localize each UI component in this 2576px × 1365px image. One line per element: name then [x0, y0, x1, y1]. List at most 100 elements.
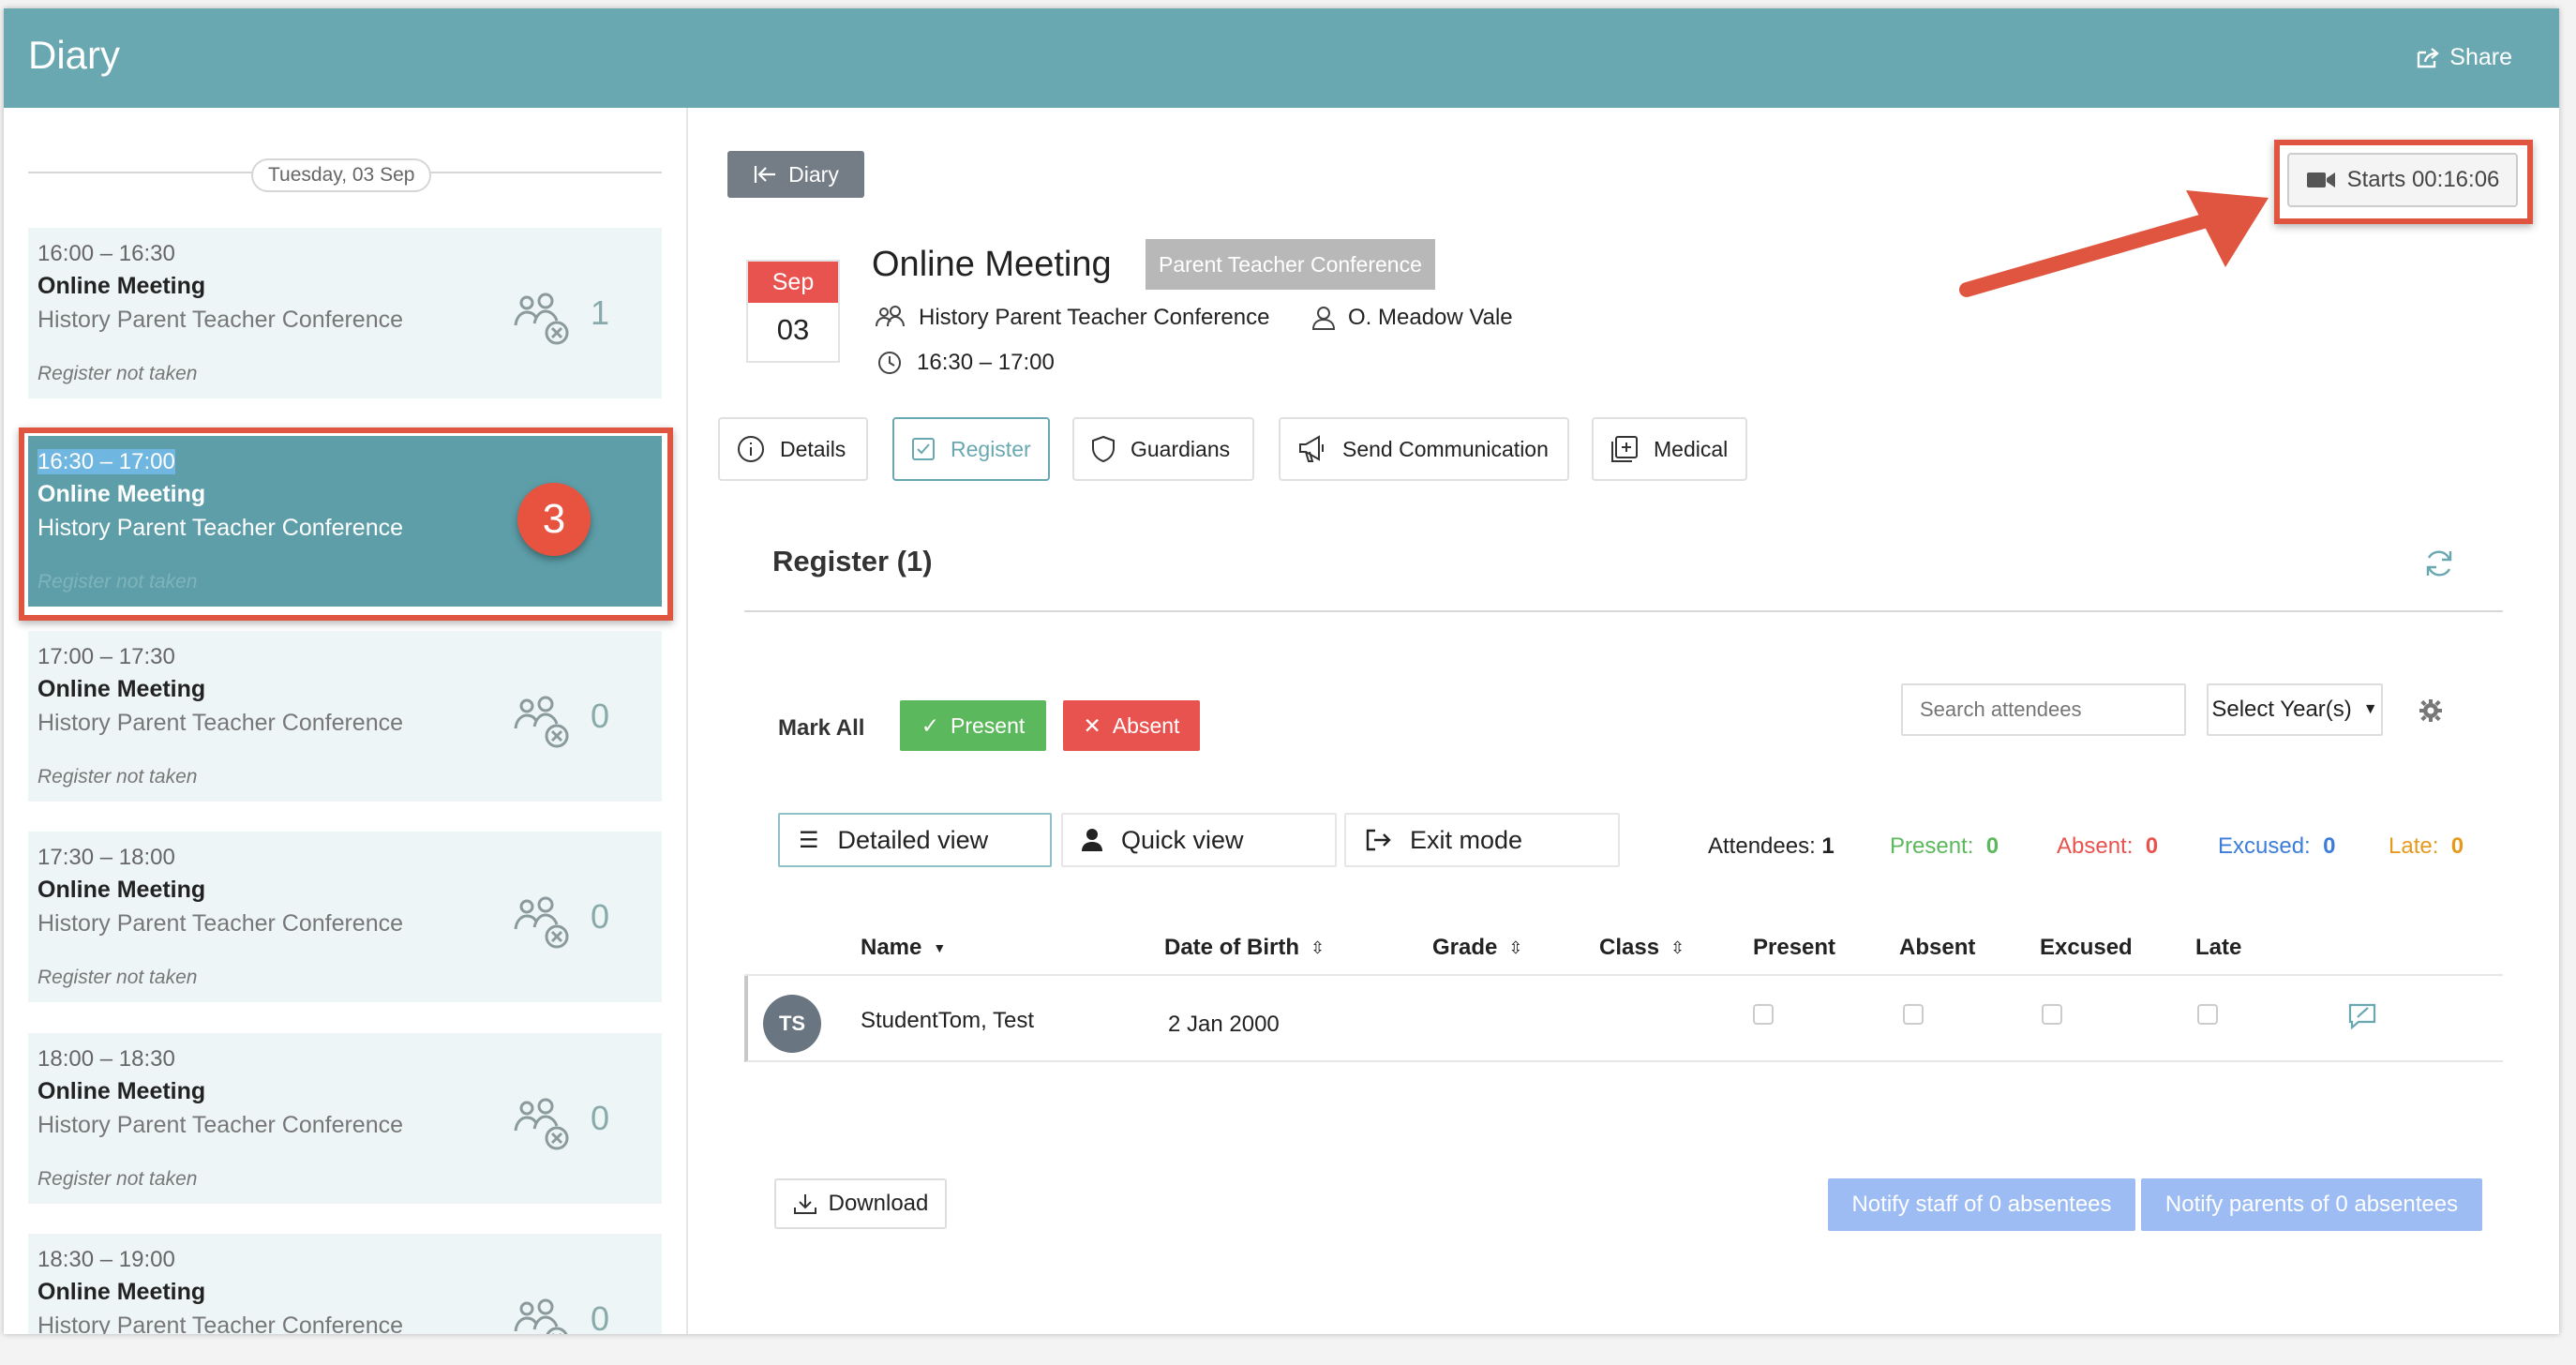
slot-time: 18:00 – 18:30	[37, 1046, 175, 1072]
sort-desc-icon: ▼	[933, 940, 947, 955]
tab-label: Register	[951, 436, 1031, 461]
late-checkbox[interactable]	[2197, 1004, 2218, 1025]
slot-subtitle: History Parent Teacher Conference	[37, 1112, 404, 1138]
slot-count: 0	[591, 697, 610, 735]
notify-parents-button[interactable]: Notify parents of 0 absentees	[2141, 1178, 2482, 1231]
megaphone-icon	[1299, 435, 1324, 462]
excused-checkbox[interactable]	[2042, 1004, 2062, 1025]
table-row[interactable]: TS StudentTom, Test 2 Jan 2000	[744, 976, 2503, 1062]
medical-icon	[1611, 436, 1638, 462]
clock-icon	[878, 352, 901, 374]
slot-time: 17:00 – 17:30	[37, 644, 175, 669]
slot-register-status: Register not taken	[37, 363, 198, 384]
tab-label: Guardians	[1131, 436, 1231, 461]
view-label: Detailed view	[837, 825, 989, 854]
download-button[interactable]: Download	[774, 1178, 947, 1229]
select-years-dropdown[interactable]: Select Year(s) ▼	[2207, 683, 2383, 736]
absent-button-label: Absent	[1112, 712, 1180, 738]
absent-checkbox[interactable]	[1903, 1004, 1924, 1025]
mark-all-absent-button[interactable]: ✕ Absent	[1063, 700, 1200, 751]
sort-icon: ⇳	[1508, 938, 1523, 957]
exit-icon	[1366, 829, 1391, 851]
tab-send-communication[interactable]: Send Communication	[1279, 417, 1569, 481]
refresh-icon[interactable]	[2424, 548, 2454, 578]
checkbox-icon	[912, 438, 935, 460]
gear-icon[interactable]	[2419, 698, 2443, 723]
detailed-view-button[interactable]: ☰ Detailed view	[778, 813, 1052, 867]
shield-icon	[1092, 435, 1115, 463]
column-header-excused: Excused	[2040, 935, 2133, 960]
slot-subtitle: History Parent Teacher Conference	[37, 910, 404, 937]
notify-staff-button[interactable]: Notify staff of 0 absentees	[1828, 1178, 2135, 1231]
diary-slot[interactable]: 18:00 – 18:30 Online Meeting History Par…	[28, 1033, 662, 1204]
late-stat: Late: 0	[2389, 833, 2464, 859]
slot-register-status: Register not taken	[37, 1168, 198, 1190]
column-header-dob[interactable]: Date of Birth ⇳	[1164, 935, 1325, 961]
exit-mode-button[interactable]: Exit mode	[1344, 813, 1620, 867]
starts-highlight	[2274, 140, 2533, 224]
slot-subtitle: History Parent Teacher Conference	[37, 1312, 404, 1334]
event-type-tag: Parent Teacher Conference	[1146, 239, 1435, 290]
column-header-late: Late	[2195, 935, 2242, 960]
person-icon	[1312, 307, 1335, 330]
diary-slot[interactable]: 16:00 – 16:30 Online Meeting History Par…	[28, 228, 662, 398]
mark-all-label: Mark All	[778, 715, 865, 741]
view-label: Exit mode	[1410, 825, 1523, 854]
app-window: Diary Share Tuesday, 03 Sep 16:00 – 16:3…	[4, 8, 2559, 1334]
absent-stat: Absent: 0	[2057, 833, 2159, 859]
date-day: 03	[776, 313, 810, 346]
avatar: TS	[763, 995, 821, 1053]
select-years-label: Select Year(s)	[2211, 697, 2352, 722]
slot-register-status: Register not taken	[37, 967, 198, 988]
list-icon: ☰	[799, 827, 819, 853]
check-icon: ✓	[921, 712, 939, 738]
time-range: 16:30 – 17:00	[917, 350, 1055, 375]
comment-icon[interactable]	[2347, 1002, 2377, 1030]
back-to-diary-button[interactable]: Diary	[727, 151, 864, 198]
share-icon	[2418, 47, 2440, 68]
sort-icon: ⇳	[1310, 938, 1325, 957]
column-header-present: Present	[1753, 935, 1836, 960]
share-button[interactable]: Share	[2416, 44, 2512, 71]
info-icon	[738, 436, 764, 462]
register-title: Register (1)	[772, 545, 933, 578]
present-button-label: Present	[951, 712, 1026, 738]
slot-count: 0	[591, 897, 610, 936]
group-absent-icon	[514, 1298, 568, 1334]
date-month: Sep	[748, 262, 838, 303]
column-header-grade[interactable]: Grade ⇳	[1432, 935, 1522, 961]
diary-slot[interactable]: 18:30 – 19:00 Online Meeting History Par…	[28, 1234, 662, 1334]
quick-view-button[interactable]: Quick view	[1061, 813, 1337, 867]
caret-down-icon: ▼	[2362, 701, 2378, 717]
notify-parents-label: Notify parents of 0 absentees	[2164, 1192, 2459, 1217]
slot-count: 0	[591, 1299, 610, 1334]
tab-register[interactable]: Register	[892, 417, 1050, 481]
diary-slot[interactable]: 17:00 – 17:30 Online Meeting History Par…	[28, 631, 662, 802]
tab-guardians[interactable]: Guardians	[1072, 417, 1254, 481]
diary-sidebar[interactable]: Tuesday, 03 Sep 16:00 – 16:30 Online Mee…	[4, 108, 688, 1334]
column-header-name[interactable]: Name ▼	[861, 935, 946, 961]
student-dob: 2 Jan 2000	[1168, 1012, 1280, 1037]
tab-details[interactable]: Details	[718, 417, 868, 481]
slot-name: Online Meeting	[37, 1078, 206, 1104]
tab-label: Details	[780, 436, 846, 461]
sort-icon: ⇳	[1670, 938, 1685, 957]
mark-all-present-button[interactable]: ✓ Present	[900, 700, 1046, 751]
column-header-class[interactable]: Class ⇳	[1599, 935, 1685, 961]
group-absent-icon	[514, 896, 569, 949]
slot-time: 16:00 – 16:30	[37, 241, 175, 266]
group-icon	[876, 306, 905, 327]
slot-subtitle: History Parent Teacher Conference	[37, 307, 404, 333]
top-bar: Diary Share	[4, 8, 2559, 108]
search-attendees-input[interactable]	[1901, 683, 2186, 736]
diary-slot[interactable]: 17:30 – 18:00 Online Meeting History Par…	[28, 832, 662, 1002]
student-name[interactable]: StudentTom, Test	[861, 1008, 1034, 1034]
event-teacher: O. Meadow Vale	[1312, 305, 1513, 331]
group-absent-icon	[514, 292, 569, 345]
slot-count: 1	[591, 293, 610, 332]
date-label: Tuesday, 03 Sep	[251, 158, 432, 192]
present-checkbox[interactable]	[1753, 1004, 1774, 1025]
tab-medical[interactable]: Medical	[1592, 417, 1747, 481]
slot-count: 0	[591, 1099, 610, 1137]
page-title: Diary	[28, 33, 121, 77]
